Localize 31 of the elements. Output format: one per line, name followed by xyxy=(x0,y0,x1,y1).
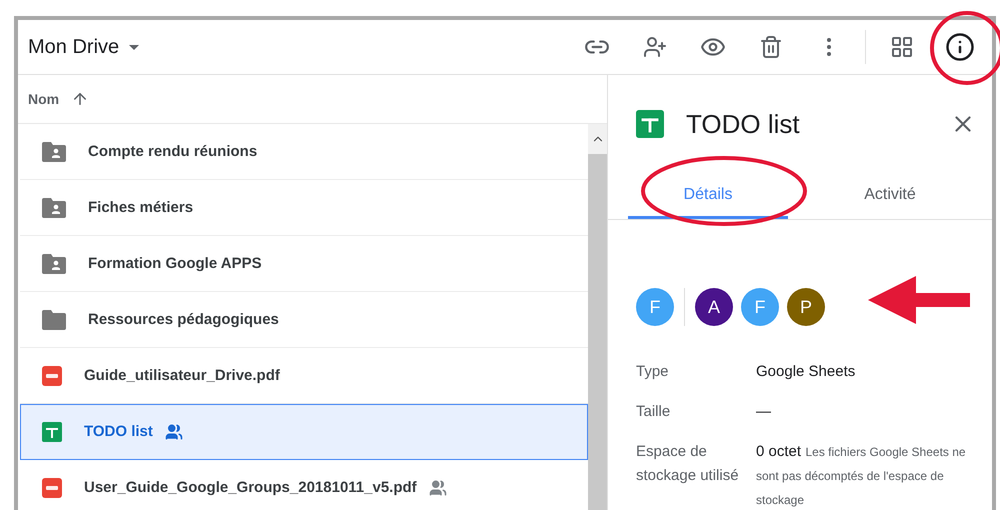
tab[interactable]: Détails xyxy=(628,173,788,219)
file-name: Guide_utilisateur_Drive.pdf xyxy=(84,367,280,384)
field-label: Espace de stockage utilisé xyxy=(636,442,740,486)
file-name: User_Guide_Google_Groups_20181011_v5.pdf xyxy=(84,479,417,496)
caret-icon xyxy=(129,44,140,50)
pdf-icon xyxy=(42,478,62,498)
file-name: Fiches métiers xyxy=(88,199,194,216)
file-name: TODO list xyxy=(84,423,153,440)
file-name: Compte rendu réunions xyxy=(88,143,258,160)
pdf-icon xyxy=(42,366,62,386)
shared-folder-icon xyxy=(42,198,66,218)
shared-folder-icon xyxy=(42,254,66,274)
field-label: Taille xyxy=(636,402,672,422)
file-name: Formation Google APPS xyxy=(88,255,262,272)
file-row[interactable]: TODO list xyxy=(20,404,588,460)
spreadsheet-icon xyxy=(636,110,664,138)
user-avatar[interactable]: P xyxy=(787,288,825,326)
field-label: Type xyxy=(636,362,670,382)
folder-icon xyxy=(42,310,66,330)
name-column-header[interactable]: Nom xyxy=(28,91,60,107)
field-value: Google Sheets xyxy=(756,362,856,382)
shared-folder-icon xyxy=(42,142,66,162)
field-value: — xyxy=(756,402,772,422)
drive-title[interactable]: Mon Drive xyxy=(28,36,140,58)
tab[interactable]: Activité xyxy=(810,173,970,219)
field-value: 0 octet Les fichiers Google Sheets ne sont pas décomptés de l'espace de stockage xyxy=(756,442,967,509)
details-title: TODO list xyxy=(686,108,800,140)
file-name: Ressources pédagogiques xyxy=(88,311,279,328)
scrollbar[interactable] xyxy=(588,124,607,510)
spreadsheet-icon xyxy=(42,422,62,442)
user-avatar[interactable]: A xyxy=(695,288,733,326)
